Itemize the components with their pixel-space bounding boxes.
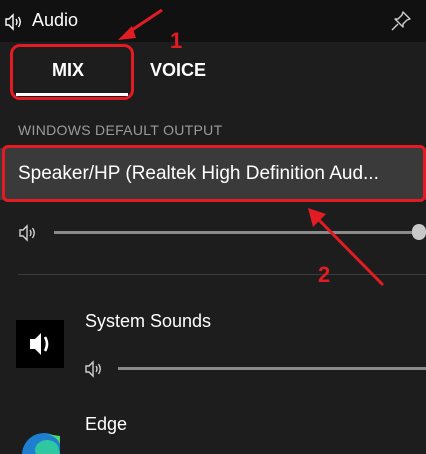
- system-sounds-volume-slider[interactable]: [118, 367, 426, 370]
- pin-icon[interactable]: [390, 10, 412, 32]
- master-volume-thumb[interactable]: [412, 224, 426, 240]
- app-name-system-sounds: System Sounds: [85, 311, 212, 331]
- system-sounds-app-icon: [16, 320, 64, 368]
- title-bar: Audio: [0, 0, 426, 42]
- section-label-output: WINDOWS DEFAULT OUTPUT: [18, 122, 223, 138]
- annotation-box-mix: [10, 44, 134, 100]
- annotation-number-2: 2: [318, 262, 331, 287]
- annotation-number-1: 1: [170, 28, 183, 53]
- volume-icon[interactable]: [84, 359, 108, 379]
- volume-icon[interactable]: [18, 223, 42, 243]
- speaker-icon: [30, 333, 49, 355]
- edge-icon: [22, 433, 60, 454]
- annotation-arrow-2-head: [308, 208, 326, 227]
- master-volume-slider[interactable]: [54, 231, 418, 234]
- divider: [18, 274, 426, 275]
- speaker-icon: [5, 13, 21, 31]
- window-title: Audio: [32, 10, 79, 30]
- annotation-box-device: [2, 145, 426, 202]
- tab-voice[interactable]: VOICE: [150, 60, 206, 81]
- app-name-edge: Edge: [85, 414, 128, 434]
